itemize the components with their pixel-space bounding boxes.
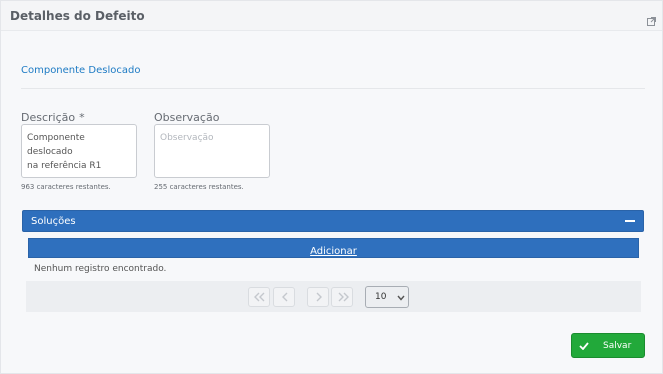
external-link-icon[interactable]: [647, 11, 656, 26]
observacao-textarea[interactable]: Observação: [154, 124, 270, 178]
check-icon: [579, 342, 589, 350]
dialog-content: Componente Deslocado Descrição * Componen…: [1, 31, 662, 373]
add-solution-link[interactable]: Adicionar: [310, 246, 357, 257]
paginator: 10: [26, 281, 641, 312]
empty-message: Nenhum registro encontrado.: [34, 264, 167, 274]
page-size-value: 10: [375, 292, 387, 302]
required-marker: *: [79, 111, 85, 124]
dialog-titlebar: Detalhes do Defeito: [1, 1, 662, 31]
dialog-title: Detalhes do Defeito: [10, 9, 145, 23]
double-chevron-right-icon[interactable]: [331, 287, 353, 307]
descricao-label: Descrição *: [21, 111, 85, 124]
chevron-left-icon[interactable]: [273, 287, 295, 307]
solucoes-panel-title: Soluções: [31, 216, 76, 227]
chevron-right-icon[interactable]: [307, 287, 329, 307]
descricao-textarea[interactable]: Componente deslocado na referência R1: [21, 124, 137, 178]
section-divider: [21, 88, 645, 89]
save-button[interactable]: Salvar: [571, 333, 645, 358]
add-solution-bar: Adicionar: [28, 238, 639, 258]
observacao-chars-remaining: 255 caracteres restantes.: [154, 183, 244, 191]
chevron-down-icon: [397, 295, 405, 301]
descricao-label-text: Descrição: [21, 111, 76, 124]
minus-icon[interactable]: [625, 220, 635, 222]
defect-details-dialog: Detalhes do Defeito Componente Deslocado…: [0, 0, 663, 374]
section-heading: Componente Deslocado: [21, 65, 141, 76]
page-size-select[interactable]: 10: [365, 286, 409, 308]
observacao-label: Observação: [154, 111, 220, 124]
double-chevron-left-icon[interactable]: [248, 287, 270, 307]
save-button-label: Salvar: [603, 341, 632, 351]
descricao-chars-remaining: 963 caracteres restantes.: [21, 183, 111, 191]
solucoes-panel-header[interactable]: Soluções: [22, 210, 644, 232]
